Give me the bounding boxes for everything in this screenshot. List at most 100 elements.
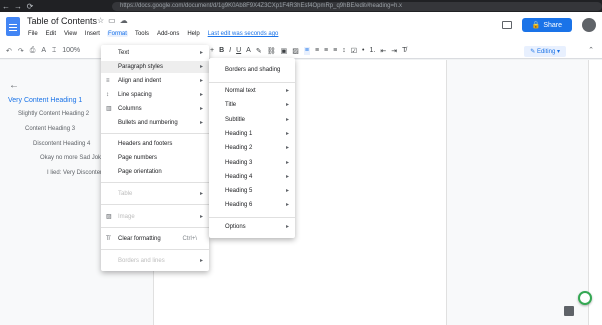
font-size-up-icon[interactable]: + [210,47,214,55]
link-icon[interactable]: ⛓ [267,47,276,55]
chevron-right-icon: ▸ [285,160,289,166]
decrease-indent-icon[interactable]: ⇤ [380,47,386,55]
bold-icon[interactable]: B [219,47,224,55]
menu-label: Table [118,191,133,197]
submenu-item-title[interactable]: Title ▸ [209,99,295,111]
explore-icon[interactable] [578,291,592,305]
redo-icon[interactable]: ↷ [18,47,24,55]
outline-item[interactable]: Okay no more Sad Jokes [40,155,107,161]
menu-view[interactable]: View [63,31,78,37]
paint-format-icon[interactable]: ⌶ [52,47,56,55]
italic-icon[interactable]: I [229,47,231,55]
outline-item[interactable]: Discontent Heading 4 [33,141,90,147]
docs-logo-icon[interactable] [6,17,20,36]
menu-item-paragraph-styles[interactable]: Paragraph styles ▸ [101,61,209,73]
menu-format[interactable]: Format [106,31,128,37]
menu-insert[interactable]: Insert [84,31,101,37]
menu-label: Headers and footers [118,141,173,147]
star-icon[interactable]: ☆ [97,16,104,25]
menu-file[interactable]: File [27,31,39,37]
menu-divider [101,182,209,183]
chevron-right-icon: ▸ [199,120,203,126]
submenu-item-heading-6[interactable]: Heading 6 ▸ [209,199,295,211]
submenu-item-heading-5[interactable]: Heading 5 ▸ [209,185,295,197]
menu-tools[interactable]: Tools [134,31,150,37]
submenu-item-heading-3[interactable]: Heading 3 ▸ [209,157,295,169]
menu-item-page-orientation[interactable]: Page orientation [101,166,209,178]
formatting-toolbar: ↶ ↷ ⎙ A ⌶ 100% + B I U A ✎ ⛓ ▣ ▨ ≡ ≡ ≡ ≡… [0,44,602,59]
align-center-icon[interactable]: ≡ [315,47,319,55]
checklist-icon[interactable]: ☑ [351,47,357,55]
back-icon[interactable]: ← [0,2,12,11]
highlight-icon[interactable]: ✎ [256,47,262,55]
menu-divider [209,82,295,83]
clear-formatting-icon: T̸ [106,236,110,242]
outline-item[interactable]: I lied: Very Discontent [47,170,105,176]
address-bar[interactable]: https://docs.google.com/document/d/1g9K0… [112,2,602,11]
text-color-icon[interactable]: A [246,47,251,55]
spellcheck-icon[interactable]: A [41,47,46,55]
numbered-list-icon[interactable]: 1. [369,47,375,55]
avatar[interactable] [582,18,596,32]
clear-formatting-icon[interactable]: T̸ [402,47,406,55]
comment-add-icon[interactable]: ▣ [281,47,288,55]
editing-mode-select[interactable]: ✎ Editing ▾ [524,46,566,57]
submenu-item-borders-shading[interactable]: Borders and shading [209,64,295,76]
chevron-right-icon: ▸ [199,92,203,98]
align-right-icon[interactable]: ≡ [324,47,328,55]
document-title[interactable]: Table of Contents [27,16,97,26]
submenu-item-heading-2[interactable]: Heading 2 ▸ [209,142,295,154]
chevron-right-icon: ▸ [285,188,289,194]
submenu-item-options[interactable]: Options ▸ [209,221,295,233]
menu-label: Options [225,224,246,230]
menu-item-page-numbers[interactable]: Page numbers [101,152,209,164]
last-edit-link[interactable]: Last edit was seconds ago [207,31,280,37]
image-icon[interactable]: ▨ [292,47,299,55]
chevron-right-icon: ▸ [285,117,289,123]
page-nav-icon[interactable] [564,306,574,316]
outline-item[interactable]: Very Content Heading 1 [8,97,82,104]
align-indent-icon: ≡ [106,78,110,84]
outline-back-icon[interactable]: ← [9,80,19,91]
menu-item-line-spacing[interactable]: ↕ Line spacing ▸ [101,89,209,101]
format-menu: Text ▸ Paragraph styles ▸ ≡ Align and inden… [101,45,209,271]
submenu-item-normal-text[interactable]: Normal text ▸ [209,85,295,97]
forward-icon[interactable]: → [12,2,24,11]
move-folder-icon[interactable]: ▭ [108,16,116,25]
chevron-right-icon: ▸ [199,50,203,56]
align-left-icon[interactable]: ≡ [303,47,310,55]
underline-icon[interactable]: U [236,47,241,55]
menu-item-text[interactable]: Text ▸ [101,47,209,59]
menu-item-bullets-numbering[interactable]: Bullets and numbering ▸ [101,117,209,129]
lock-icon: 🔒 [531,22,541,29]
menu-item-headers-footers[interactable]: Headers and footers [101,138,209,150]
menu-edit[interactable]: Edit [45,31,57,37]
line-spacing-icon[interactable]: ↕ [342,47,346,55]
menu-item-align-indent[interactable]: ≡ Align and indent ▸ [101,75,209,87]
menu-label: Clear formatting [118,236,161,242]
submenu-item-subtitle[interactable]: Subtitle ▸ [209,114,295,126]
submenu-item-heading-4[interactable]: Heading 4 ▸ [209,171,295,183]
zoom-select[interactable]: 100% [62,47,80,55]
menu-divider [101,227,209,228]
justify-icon[interactable]: ≡ [333,47,337,55]
collapse-menus-icon[interactable]: ⌃ [588,46,594,54]
menu-help[interactable]: Help [186,31,200,37]
menu-item-clear-formatting[interactable]: T̸ Clear formatting Ctrl+\ [101,233,209,245]
menu-addons[interactable]: Add-ons [156,31,180,37]
cloud-status-icon[interactable]: ☁ [120,16,128,25]
editing-mode-label: Editing [536,49,556,55]
reload-icon[interactable]: ⟳ [24,2,36,11]
print-icon[interactable]: ⎙ [30,47,36,55]
share-button[interactable]: 🔒 Share [521,18,572,32]
comments-icon[interactable] [501,21,512,29]
undo-icon[interactable]: ↶ [6,47,12,55]
submenu-item-heading-1[interactable]: Heading 1 ▸ [209,128,295,140]
increase-indent-icon[interactable]: ⇥ [391,47,397,55]
menu-label: Text [118,50,130,56]
menu-item-image: ▨ Image ▸ [101,211,209,223]
menu-item-columns[interactable]: ▥ Columns ▸ [101,103,209,115]
outline-item[interactable]: Slightly Content Heading 2 [18,111,89,117]
bulleted-list-icon[interactable]: • [362,47,364,55]
outline-item[interactable]: Content Heading 3 [25,126,75,132]
